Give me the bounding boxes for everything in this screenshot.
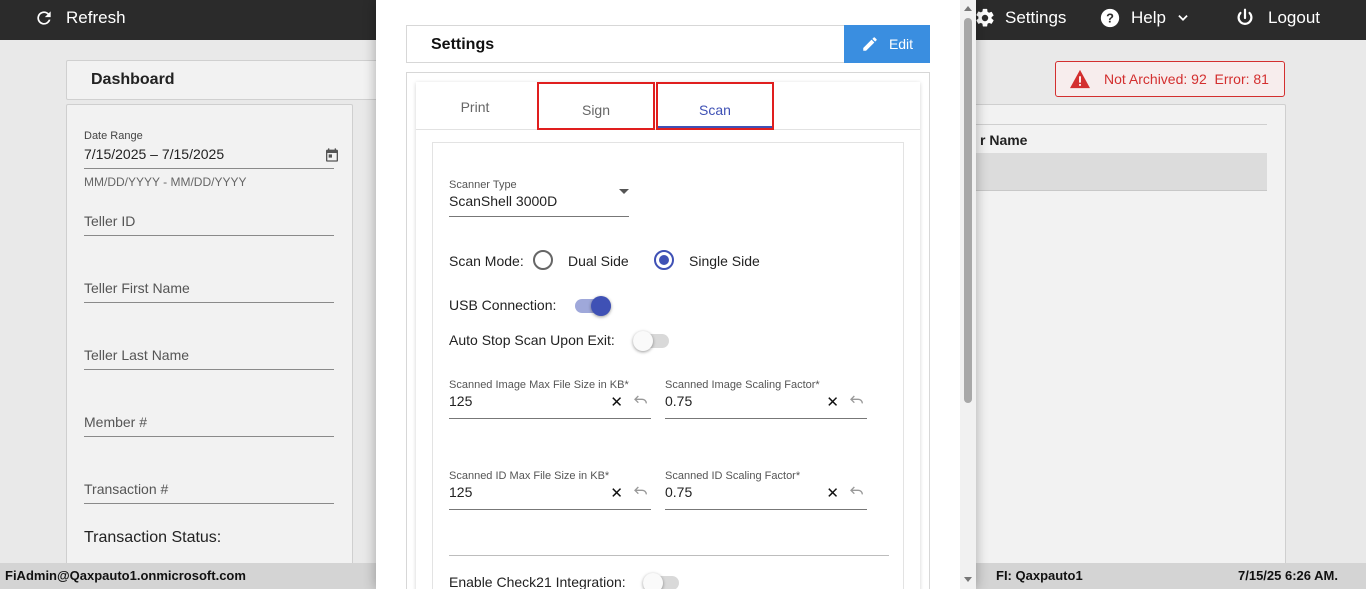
tab-scan-label: Scan — [699, 102, 731, 118]
tab-bar: Print Sign Scan — [416, 82, 920, 130]
scanner-type-select[interactable]: Scanner Type ScanShell 3000D — [449, 179, 629, 217]
clear-icon[interactable]: ✕ — [610, 484, 623, 502]
teller-id-field[interactable]: Teller ID — [84, 210, 334, 236]
chevron-down-icon — [1178, 15, 1188, 21]
refresh-button[interactable]: Refresh — [34, 0, 126, 36]
undo-icon[interactable] — [849, 394, 865, 406]
scanner-type-label: Scanner Type — [449, 179, 517, 191]
tab-sign-label: Sign — [581, 102, 611, 118]
teller-id-placeholder: Teller ID — [84, 213, 136, 229]
pencil-icon — [863, 37, 877, 51]
scan-mode-single-side-label: Single Side — [689, 253, 760, 269]
check21-label: Enable Check21 Integration: — [449, 574, 626, 589]
undo-icon[interactable] — [633, 394, 649, 406]
settings-dialog: Settings Edit Print Sign Scan Scanner Ty… — [376, 0, 976, 589]
id-max-file-size-field[interactable]: Scanned ID Max File Size in KB* 125 ✕ — [449, 470, 651, 510]
tab-print-label: Print — [460, 99, 490, 115]
help-menu[interactable]: ? Help — [1099, 0, 1190, 36]
id-max-file-size-label: Scanned ID Max File Size in KB* — [449, 470, 610, 482]
edit-button[interactable]: Edit — [844, 25, 930, 63]
dialog-scrollbar[interactable] — [960, 0, 976, 589]
logout-label: Logout — [1268, 8, 1320, 27]
teller-first-name-placeholder: Teller First Name — [84, 280, 190, 296]
clear-icon[interactable]: ✕ — [826, 393, 839, 411]
section-divider — [449, 555, 889, 556]
id-scaling-factor-label: Scanned ID Scaling Factor* — [665, 470, 801, 482]
settings-label: Settings — [1005, 8, 1067, 27]
transaction-status-label: Transaction Status: — [84, 529, 222, 546]
logout-button[interactable]: Logout — [1234, 0, 1320, 36]
usb-connection-label: USB Connection: — [449, 297, 557, 313]
teller-first-name-field[interactable]: Teller First Name — [84, 277, 334, 303]
power-icon — [1237, 8, 1253, 25]
id-scaling-factor-field[interactable]: Scanned ID Scaling Factor* 0.75 ✕ — [665, 470, 867, 510]
scroll-up-arrow-icon[interactable] — [964, 6, 972, 11]
member-number-field[interactable]: Member # — [84, 411, 334, 437]
dialog-title: Settings — [431, 36, 495, 53]
warning-icon — [1070, 69, 1090, 89]
gear-icon — [976, 8, 994, 27]
page-title: Dashboard — [91, 71, 175, 88]
clear-icon[interactable]: ✕ — [826, 484, 839, 502]
settings-tabs-card: Print Sign Scan Scanner Type ScanShell 3… — [416, 82, 920, 589]
date-range-input[interactable]: 7/15/2025 – 7/15/2025 — [84, 143, 338, 169]
scan-settings-panel: Scanner Type ScanShell 3000D Scan Mode: … — [432, 142, 904, 589]
tab-print[interactable]: Print — [416, 82, 534, 130]
settings-button[interactable]: Settings — [974, 0, 1066, 36]
column-header-name: r Name — [980, 132, 1028, 148]
tab-scan[interactable]: Scan — [656, 82, 774, 130]
image-scaling-factor-label: Scanned Image Scaling Factor* — [665, 379, 820, 391]
table-row[interactable] — [975, 153, 1267, 191]
teller-last-name-field[interactable]: Teller Last Name — [84, 344, 334, 370]
table-header: r Name — [975, 124, 1267, 154]
undo-icon[interactable] — [633, 485, 649, 497]
settings-dialog-header: Settings Edit — [406, 25, 930, 63]
archive-alert-badge[interactable]: Not Archived: 92 Error: 81 — [1055, 61, 1285, 97]
transaction-number-field[interactable]: Transaction # — [84, 478, 334, 504]
edit-label: Edit — [888, 36, 914, 52]
auto-stop-toggle[interactable] — [633, 331, 669, 351]
date-range-hint: MM/DD/YYYY - MM/DD/YYYY — [84, 175, 247, 189]
id-scaling-factor-value: 0.75 — [665, 484, 693, 500]
toggle-knob — [643, 573, 663, 589]
help-icon: ? — [1100, 8, 1120, 28]
clear-icon[interactable]: ✕ — [610, 393, 623, 411]
status-datetime: 7/15/25 6:26 AM. — [1238, 568, 1338, 583]
date-range-value: 7/15/2025 – 7/15/2025 — [84, 146, 225, 162]
date-range-label: Date Range — [84, 130, 143, 142]
scan-mode-dual-side-radio[interactable] — [533, 250, 553, 270]
toggle-knob — [633, 331, 653, 351]
filter-panel: Date Range 7/15/2025 – 7/15/2025 MM/DD/Y… — [66, 104, 353, 574]
help-label: Help — [1131, 8, 1166, 27]
tab-sign[interactable]: Sign — [537, 82, 655, 130]
scanner-type-value: ScanShell 3000D — [449, 193, 558, 209]
check21-toggle[interactable] — [643, 573, 679, 589]
image-scaling-factor-value: 0.75 — [665, 393, 693, 409]
image-max-file-size-value: 125 — [449, 393, 473, 409]
calendar-icon[interactable] — [324, 147, 340, 163]
svg-text:?: ? — [1106, 11, 1114, 26]
scrollbar-thumb[interactable] — [964, 18, 972, 403]
member-number-placeholder: Member # — [84, 414, 148, 430]
teller-last-name-placeholder: Teller Last Name — [84, 347, 190, 363]
refresh-label: Refresh — [66, 8, 126, 27]
scroll-down-arrow-icon[interactable] — [964, 577, 972, 582]
undo-icon[interactable] — [849, 485, 865, 497]
scan-mode-single-side-radio[interactable] — [654, 250, 674, 270]
dropdown-arrow-icon — [619, 189, 629, 194]
alert-text: Not Archived: 92 Error: 81 — [1104, 71, 1269, 87]
auto-stop-label: Auto Stop Scan Upon Exit: — [449, 332, 615, 348]
toggle-knob — [591, 296, 611, 316]
status-fi: FI: Qaxpauto1 — [996, 568, 1083, 583]
usb-connection-toggle[interactable] — [575, 296, 611, 316]
scan-mode-dual-side-label: Dual Side — [568, 253, 629, 269]
status-user: FiAdmin@Qaxpauto1.onmicrosoft.com — [5, 568, 246, 583]
transaction-number-placeholder: Transaction # — [84, 481, 169, 497]
refresh-icon — [37, 11, 51, 25]
id-max-file-size-value: 125 — [449, 484, 473, 500]
scan-mode-label: Scan Mode: — [449, 253, 524, 269]
image-max-file-size-field[interactable]: Scanned Image Max File Size in KB* 125 ✕ — [449, 379, 651, 419]
image-max-file-size-label: Scanned Image Max File Size in KB* — [449, 379, 629, 391]
image-scaling-factor-field[interactable]: Scanned Image Scaling Factor* 0.75 ✕ — [665, 379, 867, 419]
